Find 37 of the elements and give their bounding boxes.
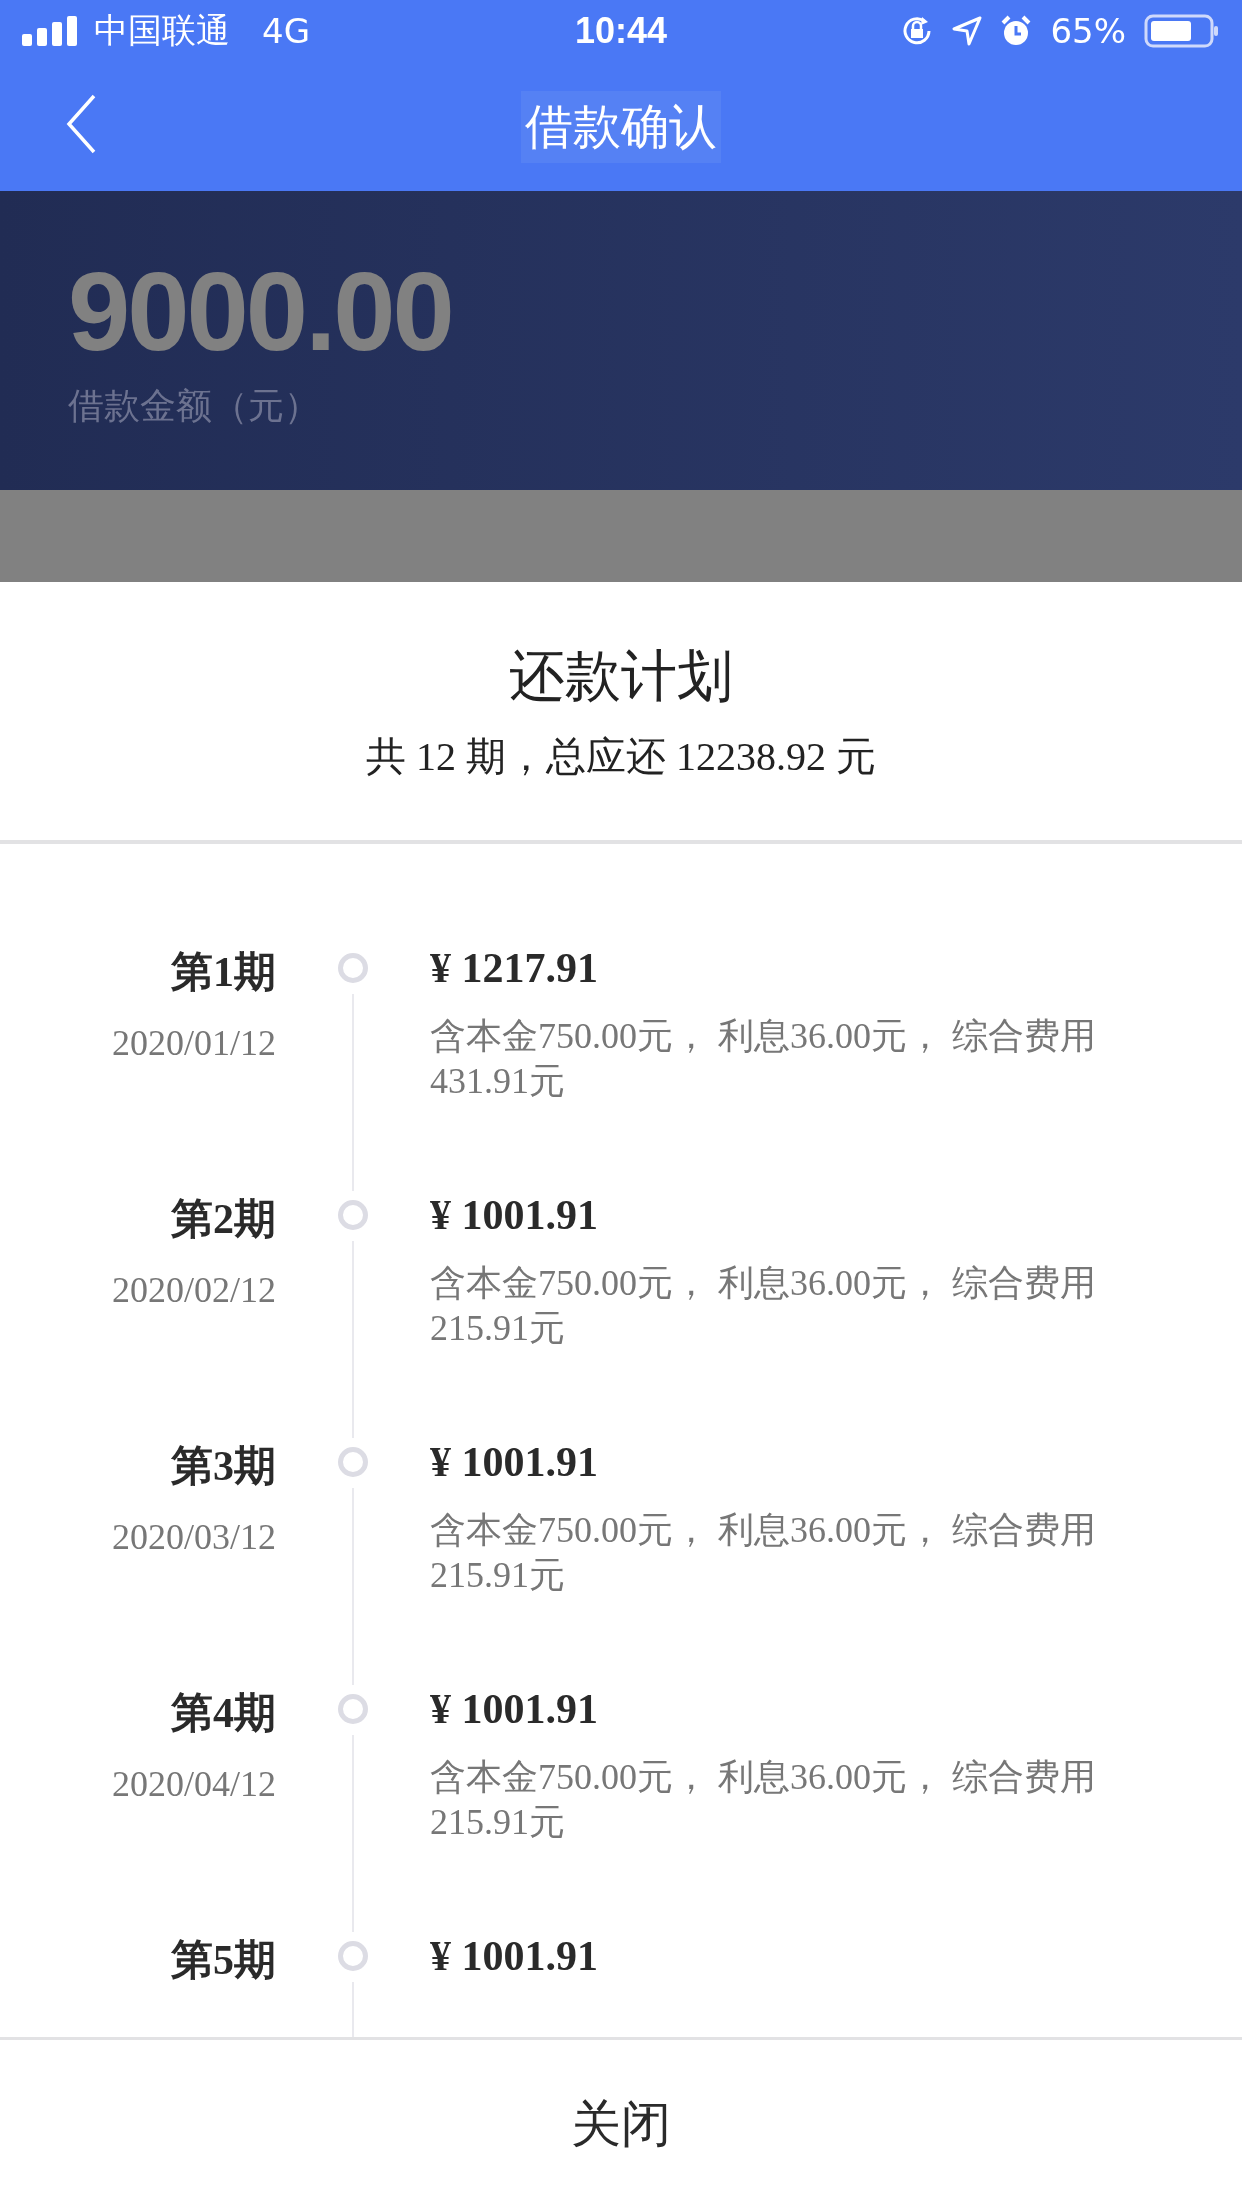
page-title: 借款确认: [521, 90, 721, 163]
installment-breakdown: 含本金750.00元， 利息36.00元， 综合费用215.91元: [430, 1756, 1097, 1845]
installment-amount: ¥ 1001.91: [430, 1932, 599, 1981]
timeline-dot-icon: [337, 952, 369, 985]
installment-breakdown: 含本金750.00元， 利息36.00元， 综合费用215.91元: [430, 1509, 1097, 1598]
network-type: 4G: [262, 11, 310, 51]
due-date: 2020/03/12: [112, 1516, 276, 1559]
sheet-title: 还款计划: [509, 641, 733, 710]
battery-percent: 65%: [1050, 11, 1126, 51]
period-label: 第2期: [171, 1195, 276, 1245]
location-arrow-icon: [952, 16, 983, 46]
installment-amount: ¥ 1217.91: [430, 944, 599, 993]
due-date: 2020/04/12: [112, 1763, 276, 1806]
installment-amount: ¥ 1001.91: [430, 1438, 599, 1487]
clock-time: 10:44: [574, 10, 668, 52]
loan-amount-label: 借款金额（元）: [68, 383, 321, 428]
timeline-dot-icon: [337, 1940, 369, 1973]
timeline-dot-icon: [337, 1199, 369, 1232]
close-button[interactable]: 关闭: [551, 2080, 691, 2168]
timeline-dot-icon: [337, 1693, 369, 1726]
period-label: 第5期: [171, 1936, 276, 1986]
period-label: 第4期: [171, 1689, 276, 1739]
installment-amount: ¥ 1001.91: [430, 1685, 599, 1734]
back-icon[interactable]: [66, 94, 96, 154]
plan-summary: 共 12 期，总应还 12238.92 元: [366, 732, 876, 781]
installment-breakdown: 含本金750.00元， 利息36.00元， 综合费用431.91元: [430, 1015, 1097, 1104]
alarm-icon: [1000, 15, 1033, 47]
period-label: 第1期: [171, 948, 276, 998]
loan-amount: 9000.00: [68, 250, 453, 374]
period-label: 第3期: [171, 1442, 276, 1492]
installment-breakdown: 含本金750.00元， 利息36.00元， 综合费用215.91元: [430, 1262, 1097, 1351]
carrier-name: 中国联通: [94, 9, 230, 52]
due-date: 2020/01/12: [112, 1022, 276, 1065]
installment-amount: ¥ 1001.91: [430, 1191, 599, 1240]
battery-icon: [1144, 14, 1220, 48]
timeline-dot-icon: [337, 1446, 369, 1479]
due-date: 2020/02/12: [112, 1269, 276, 1312]
